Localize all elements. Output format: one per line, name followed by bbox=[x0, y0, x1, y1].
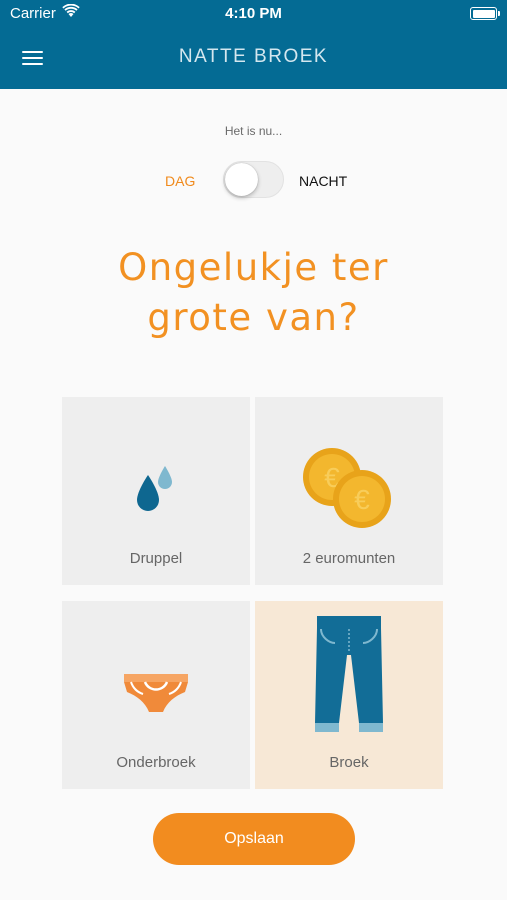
day-night-toggle[interactable] bbox=[223, 161, 284, 198]
jeans-icon bbox=[315, 616, 383, 732]
battery-icon bbox=[470, 7, 500, 20]
question-heading: Ongelukje ter grote van? bbox=[0, 243, 507, 343]
nav-bar: NATTE BROEK bbox=[0, 28, 507, 89]
clock: 4:10 PM bbox=[225, 5, 282, 22]
night-label: NACHT bbox=[299, 173, 348, 189]
status-bar: Carrier 4:10 PM bbox=[0, 0, 507, 28]
question-text: Ongelukje ter grote van? bbox=[118, 246, 389, 339]
option-label: Broek bbox=[329, 754, 369, 771]
euro-coins-icon: € € bbox=[303, 448, 391, 528]
time-prompt: Het is nu... bbox=[224, 124, 283, 138]
page-title: NATTE BROEK bbox=[178, 46, 329, 67]
droplets-icon bbox=[137, 466, 172, 511]
option-euromunten[interactable]: € € 2 euromunten bbox=[255, 397, 443, 585]
svg-text:€: € bbox=[354, 484, 370, 515]
option-broek[interactable]: Broek bbox=[255, 601, 443, 789]
save-button[interactable]: Opslaan bbox=[153, 813, 355, 865]
option-onderbroek[interactable]: Onderbroek bbox=[62, 601, 250, 789]
underpants-icon bbox=[124, 674, 188, 712]
option-label: 2 euromunten bbox=[302, 550, 396, 567]
option-label: Onderbroek bbox=[116, 754, 196, 771]
option-druppel[interactable]: Druppel bbox=[62, 397, 250, 585]
option-label: Druppel bbox=[129, 550, 183, 567]
day-label: DAG bbox=[165, 173, 196, 189]
toggle-knob bbox=[225, 163, 258, 196]
